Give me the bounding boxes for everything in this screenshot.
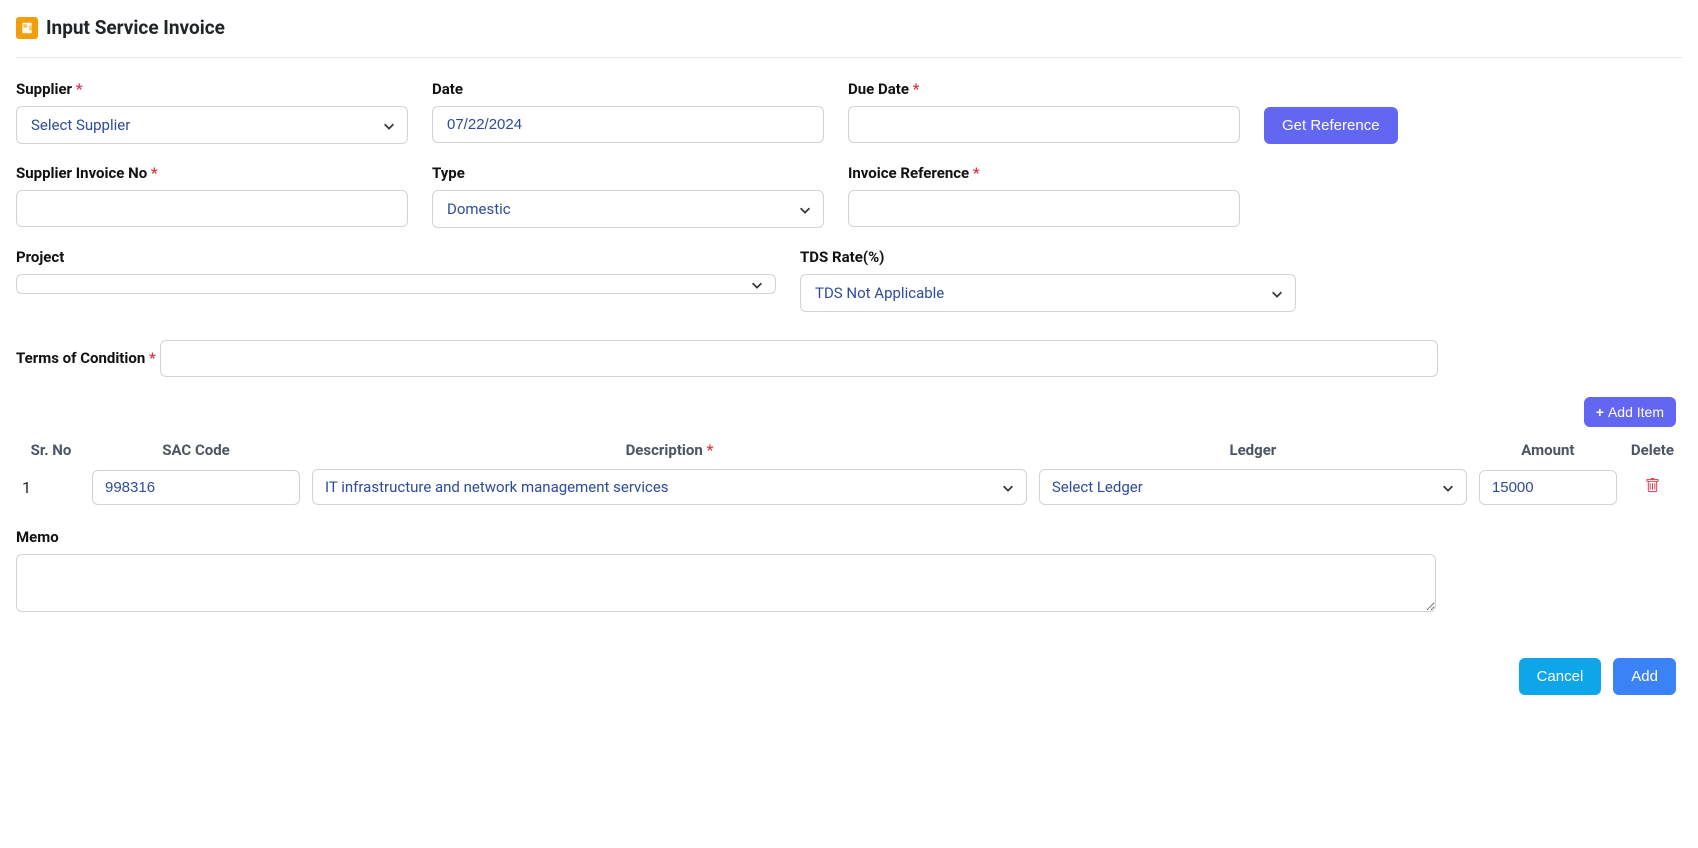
header-ledger: Ledger (1033, 435, 1473, 465)
svg-text:$: $ (29, 24, 32, 31)
get-reference-button[interactable]: Get Reference (1264, 107, 1398, 144)
required-marker: * (76, 80, 83, 98)
items-table: Sr. No SAC Code Description * Ledger Amo… (16, 435, 1682, 509)
sac-code-input[interactable] (92, 470, 300, 505)
footer-actions: Cancel Add (16, 658, 1682, 695)
required-marker: * (151, 164, 158, 182)
label-terms-text: Terms of Condition (16, 349, 145, 367)
header-sr: Sr. No (16, 435, 86, 465)
required-marker: * (707, 441, 714, 459)
table-header-row: Sr. No SAC Code Description * Ledger Amo… (16, 435, 1682, 465)
label-terms: Terms of Condition * (16, 349, 156, 367)
cancel-button[interactable]: Cancel (1519, 658, 1602, 695)
form-row-2: Supplier Invoice No * Type Domestic Invo… (16, 164, 1682, 228)
table-row: 1 IT infrastructure and network manageme… (16, 465, 1682, 509)
add-item-label: Add Item (1608, 404, 1664, 420)
label-type: Type (432, 164, 824, 182)
required-marker: * (913, 80, 920, 98)
cell-sr: 1 (16, 465, 86, 509)
group-date: Date (432, 80, 824, 144)
group-type: Type Domestic (432, 164, 824, 228)
invoice-icon: $ (16, 17, 38, 39)
terms-input[interactable] (160, 340, 1438, 377)
group-supplier: Supplier * Select Supplier (16, 80, 408, 144)
memo-textarea[interactable] (16, 554, 1436, 612)
add-button[interactable]: Add (1613, 658, 1676, 695)
add-item-row: +Add Item (16, 397, 1682, 427)
page-title: Input Service Invoice (46, 16, 225, 39)
label-date: Date (432, 80, 824, 98)
header-amount: Amount (1473, 435, 1623, 465)
tds-rate-select[interactable]: TDS Not Applicable (800, 274, 1296, 312)
label-memo: Memo (16, 528, 59, 546)
plus-icon: + (1596, 404, 1604, 420)
required-marker: * (149, 349, 156, 367)
label-tds-rate: TDS Rate(%) (800, 248, 1296, 266)
description-select[interactable]: IT infrastructure and network management… (312, 469, 1027, 505)
group-memo: Memo (16, 527, 1436, 616)
header-desc: Description * (306, 435, 1033, 465)
form-row-1: Supplier * Select Supplier Date Due Date… (16, 80, 1682, 144)
project-select[interactable] (16, 274, 776, 294)
page-header: $ Input Service Invoice (16, 10, 1682, 57)
invoice-reference-input[interactable] (848, 190, 1240, 227)
group-due-date: Due Date * (848, 80, 1240, 144)
type-select[interactable]: Domestic (432, 190, 824, 228)
header-desc-text: Description (626, 441, 703, 459)
label-project: Project (16, 248, 776, 266)
label-supplier-invoice-no-text: Supplier Invoice No (16, 164, 147, 182)
label-invoice-reference: Invoice Reference * (848, 164, 1240, 182)
header-delete: Delete (1623, 435, 1682, 465)
due-date-input[interactable] (848, 106, 1240, 143)
date-input[interactable] (432, 106, 824, 143)
ledger-select[interactable]: Select Ledger (1039, 469, 1467, 505)
header-sac: SAC Code (86, 435, 306, 465)
label-supplier-text: Supplier (16, 80, 72, 98)
form-row-3: Project TDS Rate(%) TDS Not Applicable (16, 248, 1682, 312)
supplier-invoice-no-input[interactable] (16, 190, 408, 227)
group-project: Project (16, 248, 776, 312)
group-invoice-reference: Invoice Reference * (848, 164, 1240, 228)
header-separator (16, 57, 1682, 58)
label-supplier: Supplier * (16, 80, 408, 98)
group-get-reference: Get Reference (1264, 80, 1398, 144)
label-supplier-invoice-no: Supplier Invoice No * (16, 164, 408, 182)
label-due-date: Due Date * (848, 80, 1240, 98)
label-due-date-text: Due Date (848, 80, 909, 98)
supplier-select[interactable]: Select Supplier (16, 106, 408, 144)
label-invoice-reference-text: Invoice Reference (848, 164, 969, 182)
group-tds-rate: TDS Rate(%) TDS Not Applicable (800, 248, 1296, 312)
add-item-button[interactable]: +Add Item (1584, 397, 1676, 427)
amount-input[interactable] (1479, 470, 1617, 505)
trash-icon[interactable] (1645, 478, 1660, 493)
required-marker: * (973, 164, 980, 182)
group-terms: Terms of Condition * (16, 332, 1682, 377)
group-supplier-invoice-no: Supplier Invoice No * (16, 164, 408, 228)
